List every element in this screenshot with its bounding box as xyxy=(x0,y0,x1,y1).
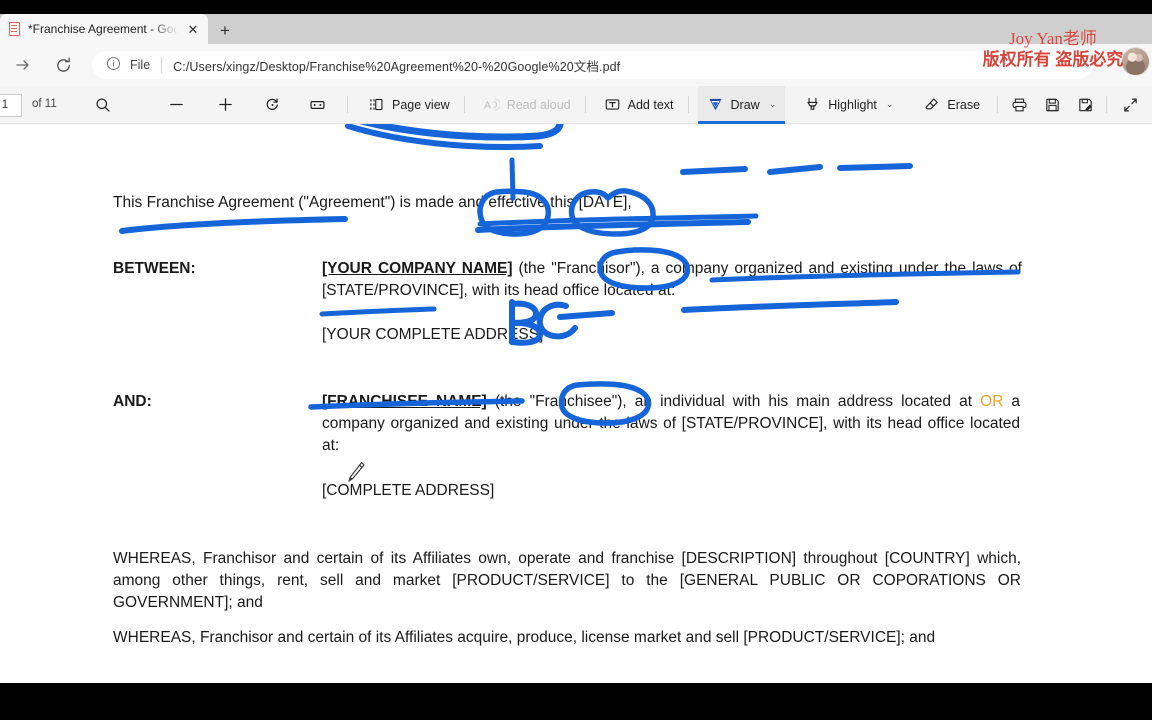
and-label: AND: xyxy=(113,393,152,410)
whereas-paragraph-1: WHEREAS, Franchisor and certain of its A… xyxy=(113,550,1021,611)
save-button[interactable] xyxy=(1036,90,1069,120)
intro-line: This Franchise Agreement ("Agreement") i… xyxy=(113,194,632,211)
tab-title: *Franchise Agreement - Google xyxy=(28,22,178,36)
draw-label: Draw xyxy=(730,97,760,112)
read-aloud-button[interactable]: A Read aloud xyxy=(474,90,580,120)
fit-page-icon[interactable] xyxy=(300,90,335,120)
between-address: [YOUR COMPLETE ADDRESS] xyxy=(322,326,544,343)
chevron-down-icon[interactable]: ⌄ xyxy=(769,99,777,110)
file-scheme-label: File xyxy=(130,58,151,72)
address-url[interactable]: C:/Users/xingz/Desktop/Franchise%20Agree… xyxy=(173,56,620,75)
page-view-button[interactable]: Page view xyxy=(359,90,459,120)
fullscreen-button[interactable] xyxy=(1112,90,1149,120)
page-count-label: of 11 xyxy=(32,97,57,110)
window-titlebar xyxy=(0,0,1152,14)
erase-button[interactable]: Erase xyxy=(914,90,989,120)
search-icon[interactable] xyxy=(88,90,117,120)
between-paragraph: [YOUR COMPANY NAME] (the "Franchisor"), … xyxy=(322,258,1022,302)
read-aloud-label: Read aloud xyxy=(506,97,571,112)
highlighter-icon xyxy=(804,96,821,113)
erase-label: Erase xyxy=(947,97,981,112)
watermark-top-line1: Joy Yan老师 xyxy=(1009,29,1097,48)
and-rest-1: (the "Franchisee"), an individual with h… xyxy=(486,393,981,410)
pencil-cursor-icon xyxy=(344,460,366,491)
pdf-page[interactable]: This Franchise Agreement ("Agreement") i… xyxy=(0,124,1152,683)
address-divider xyxy=(161,57,163,73)
zoom-in-button[interactable] xyxy=(208,90,243,120)
draw-pen-icon xyxy=(707,96,724,113)
page-number-input[interactable]: 1 xyxy=(0,93,22,117)
between-label: BETWEEN: xyxy=(113,260,196,277)
watermark-top: Joy Yan老师 版权所有 盗版必究 xyxy=(958,28,1148,70)
rotate-icon[interactable] xyxy=(255,90,290,120)
reload-icon[interactable] xyxy=(48,50,78,80)
svg-text:A: A xyxy=(484,100,491,111)
and-paragraph: [FRANCHISEE NAME] (the "Franchisee"), an… xyxy=(322,391,1020,457)
watermark-top-line2: 版权所有 盗版必究 xyxy=(982,50,1124,69)
whereas-paragraph-2: WHEREAS, Franchisor and certain of its A… xyxy=(113,629,936,646)
letterbox-bottom xyxy=(0,683,1152,720)
page-view-label: Page view xyxy=(392,97,450,112)
highlight-button[interactable]: Highlight ⌄ xyxy=(795,90,902,120)
close-icon[interactable]: ✕ xyxy=(184,20,202,38)
expand-arrows-icon xyxy=(1122,96,1139,113)
print-button[interactable] xyxy=(1003,90,1036,120)
page-view-icon xyxy=(368,96,385,113)
draw-button[interactable]: Draw ⌄ xyxy=(697,85,786,124)
and-franchisee-name: [FRANCHISEE NAME] xyxy=(322,393,487,410)
between-company-name: [YOUR COMPANY NAME] xyxy=(322,260,513,277)
page-number-input-wrap[interactable]: 1 xyxy=(0,93,22,117)
zoom-out-button[interactable] xyxy=(159,90,194,120)
save-as-button[interactable] xyxy=(1069,90,1102,120)
chevron-down-icon[interactable]: ⌄ xyxy=(886,99,894,110)
add-text-label: Add text xyxy=(627,97,674,112)
add-text-icon xyxy=(604,96,621,113)
and-or-token: OR xyxy=(980,393,1004,410)
new-tab-button[interactable]: + xyxy=(212,18,238,42)
browser-tab[interactable]: *Franchise Agreement - Google ✕ xyxy=(0,14,208,44)
save-icon xyxy=(1044,96,1061,113)
print-icon xyxy=(1011,96,1028,113)
document-text: This Franchise Agreement ("Agreement") i… xyxy=(0,124,1152,683)
pdf-document-icon xyxy=(8,21,22,37)
highlight-label: Highlight xyxy=(828,97,877,112)
save-as-icon xyxy=(1077,96,1094,113)
forward-icon[interactable] xyxy=(8,50,38,80)
pdf-toolbar: 1 of 11 Page view A Read aloud Add text … xyxy=(0,85,1152,124)
address-bar[interactable]: File C:/Users/xingz/Desktop/Franchise%20… xyxy=(92,51,1092,79)
info-icon[interactable] xyxy=(106,56,124,74)
eraser-icon xyxy=(923,96,940,113)
browser-window: *Franchise Agreement - Google ✕ + File C… xyxy=(0,0,1152,720)
read-aloud-icon: A xyxy=(483,96,500,113)
add-text-button[interactable]: Add text xyxy=(595,90,683,120)
